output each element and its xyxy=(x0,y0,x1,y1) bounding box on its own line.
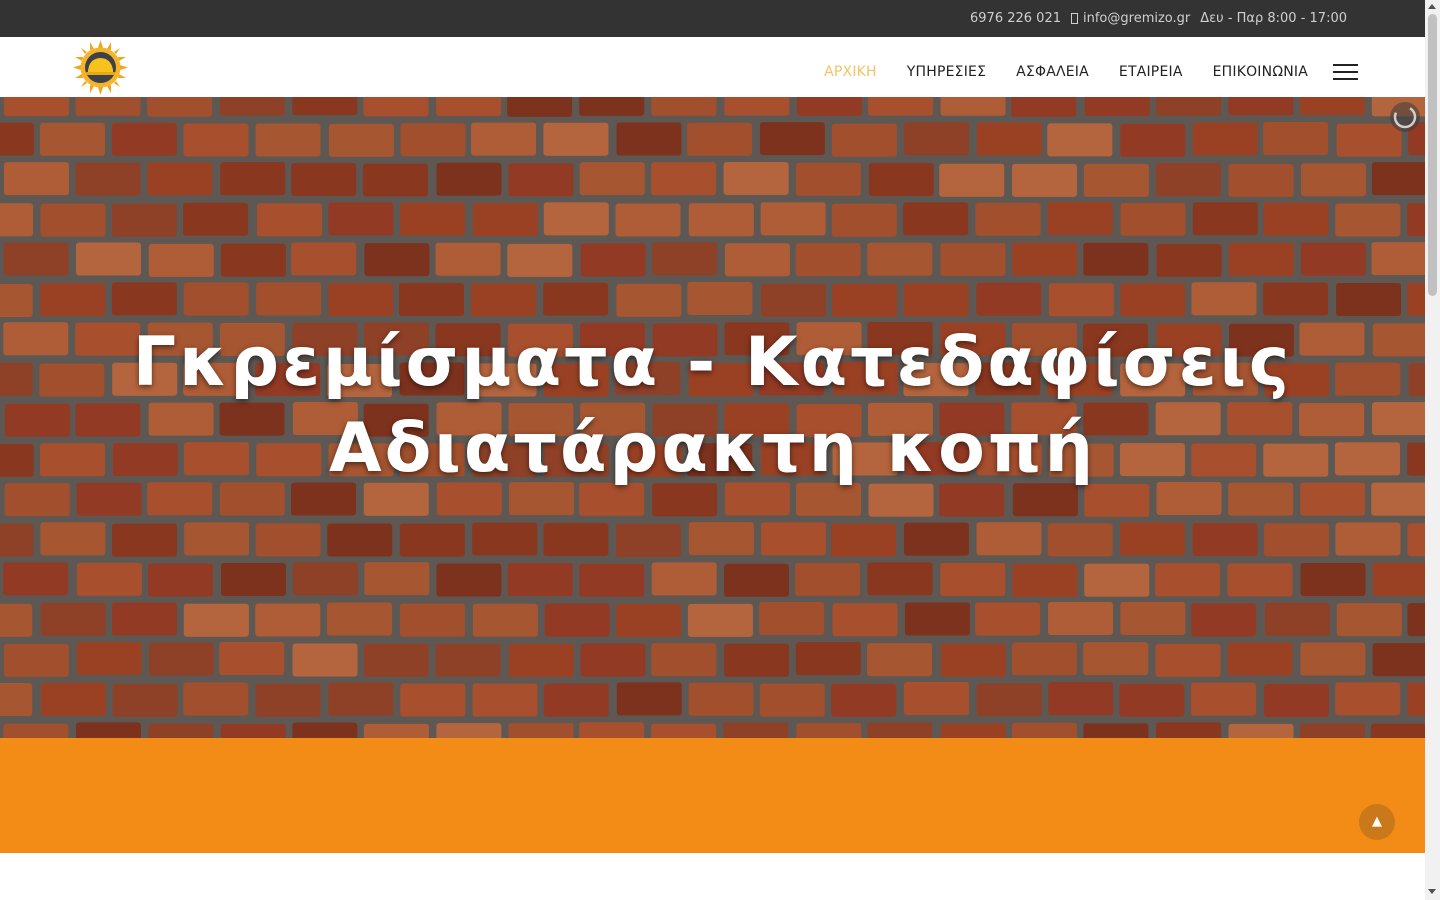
phone-number[interactable]: 6976 226 021 xyxy=(970,11,1061,26)
scrollbar-thumb[interactable] xyxy=(1428,14,1437,296)
scroll-up-arrow-icon[interactable] xyxy=(1428,4,1436,9)
opening-hours: Δευ - Παρ 8:00 - 17:00 xyxy=(1200,11,1347,26)
hero-title-line-1: Γκρεμίσματα - Κατεδαφίσεις xyxy=(132,323,1293,402)
orange-band xyxy=(0,738,1425,853)
page-scrollbar[interactable] xyxy=(1425,0,1440,900)
nav-item-safety[interactable]: ΑΣΦΑΛΕΙΑ xyxy=(1016,64,1089,80)
email-address[interactable]: info@gremizo.gr xyxy=(1083,11,1190,26)
hero-slider: Γκρεμίσματα - Κατεδαφίσεις Αδιατάρακτη κ… xyxy=(0,97,1425,738)
nav-item-contact[interactable]: ΕΠΙΚΟΙΝΩΝΙΑ xyxy=(1213,64,1308,80)
email-link[interactable]: info@gremizo.gr xyxy=(1071,11,1190,26)
contact-info: 6976 226 021 info@gremizo.gr Δευ - Παρ 8… xyxy=(970,11,1347,26)
site-header: ΑΡΧΙΚΗ ΥΠΗΡΕΣΙΕΣ ΑΣΦΑΛΕΙΑ ΕΤΑΙΡΕΙΑ ΕΠΙΚΟ… xyxy=(0,37,1425,97)
hero-title-line-2: Αδιατάρακτη κοπή xyxy=(328,409,1097,488)
sun-logo-icon[interactable] xyxy=(73,40,128,95)
main-navigation: ΑΡΧΙΚΗ ΥΠΗΡΕΣΙΕΣ ΑΣΦΑΛΕΙΑ ΕΤΑΙΡΕΙΑ ΕΠΙΚΟ… xyxy=(824,64,1308,80)
top-info-bar: 6976 226 021 info@gremizo.gr Δευ - Παρ 8… xyxy=(0,0,1425,37)
chevron-up-icon: ▲ xyxy=(1372,814,1382,829)
loading-spinner-icon xyxy=(1390,102,1420,132)
envelope-icon xyxy=(1071,13,1078,24)
back-to-top-button[interactable]: ▲ xyxy=(1359,804,1395,840)
nav-item-company[interactable]: ΕΤΑΙΡΕΙΑ xyxy=(1119,64,1183,80)
scroll-down-arrow-icon[interactable] xyxy=(1428,889,1436,894)
nav-item-services[interactable]: ΥΠΗΡΕΣΙΕΣ xyxy=(907,64,986,80)
hamburger-menu-icon[interactable] xyxy=(1333,64,1358,80)
nav-item-home[interactable]: ΑΡΧΙΚΗ xyxy=(824,64,877,80)
